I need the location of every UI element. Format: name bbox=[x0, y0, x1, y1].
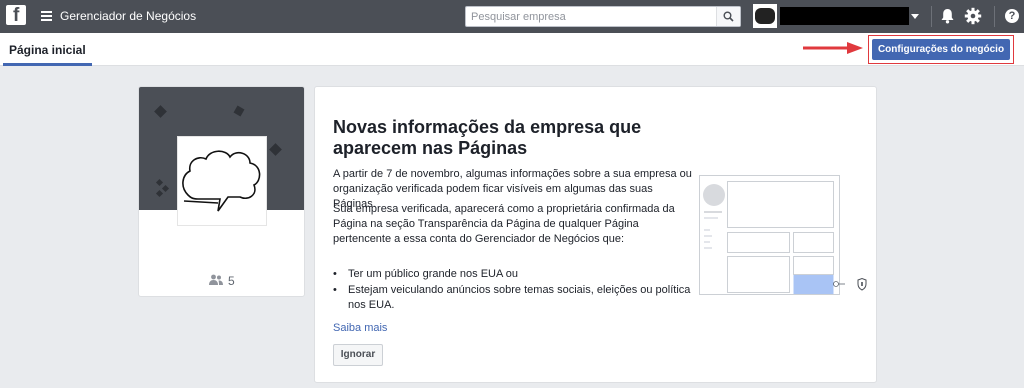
topbar-divider bbox=[994, 6, 995, 27]
search-box bbox=[465, 6, 741, 27]
gear-icon[interactable] bbox=[964, 7, 982, 25]
red-arrow-icon bbox=[803, 42, 863, 54]
caret-down-icon[interactable] bbox=[911, 14, 919, 19]
people-icon bbox=[209, 274, 223, 285]
page-preview-illustration bbox=[699, 175, 869, 295]
info-notice-card: Novas informações da empresa que aparece… bbox=[314, 86, 877, 383]
bullet-glyph: • bbox=[333, 268, 337, 280]
app-title[interactable]: Gerenciador de Negócios bbox=[60, 9, 196, 23]
hamburger-menu-icon[interactable] bbox=[41, 11, 52, 21]
search-icon bbox=[723, 11, 734, 22]
facebook-logo-icon[interactable]: f bbox=[6, 5, 26, 26]
business-card[interactable]: 5 bbox=[138, 86, 305, 297]
notice-title: Novas informações da empresa que aparece… bbox=[333, 117, 642, 158]
bullet-glyph: • bbox=[333, 284, 337, 296]
bell-icon[interactable] bbox=[940, 8, 955, 24]
top-bar: f Gerenciador de Negócios Pesquisar empr… bbox=[0, 0, 1024, 33]
account-switcher[interactable] bbox=[753, 4, 921, 29]
account-avatar bbox=[753, 4, 777, 28]
bullet-text: Ter um público grande nos EUA ou bbox=[348, 268, 518, 280]
logo-letter: f bbox=[13, 5, 20, 26]
people-count-value: 5 bbox=[228, 274, 235, 288]
help-icon[interactable]: ? bbox=[1005, 9, 1019, 23]
settings-highlight-frame: Configurações do negócio bbox=[868, 35, 1014, 64]
business-settings-button[interactable]: Configurações do negócio bbox=[872, 39, 1010, 60]
business-logo-drawing bbox=[182, 150, 261, 212]
notice-paragraph: Sua empresa verificada, aparecerá como a… bbox=[333, 203, 675, 245]
learn-more-link[interactable]: Saiba mais bbox=[333, 322, 387, 334]
account-name-redacted bbox=[780, 7, 909, 25]
search-input[interactable] bbox=[466, 7, 716, 26]
business-logo bbox=[177, 136, 267, 226]
tab-home[interactable]: Página inicial bbox=[3, 33, 92, 66]
topbar-divider bbox=[931, 6, 932, 27]
bullet-text: Estejam veiculando anúncios sobre temas … bbox=[348, 284, 691, 311]
ignore-button[interactable]: Ignorar bbox=[333, 344, 383, 366]
search-button[interactable] bbox=[716, 7, 740, 26]
